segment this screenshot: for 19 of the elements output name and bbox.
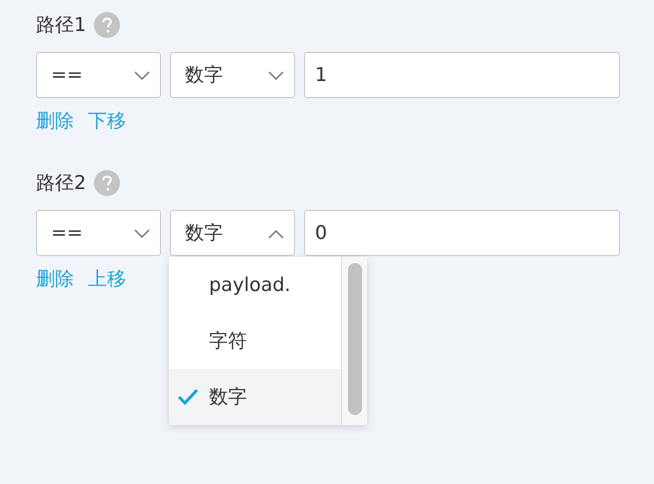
path-label: 路径2 xyxy=(36,171,86,196)
value-field[interactable]: 0 xyxy=(304,210,620,256)
dropdown-option[interactable]: 字符 xyxy=(169,313,341,369)
caret-icon xyxy=(268,71,284,81)
scrollbar[interactable] xyxy=(341,257,367,425)
type-select[interactable]: 数字 xyxy=(170,52,295,98)
dropdown-option[interactable]: payload. xyxy=(169,257,341,313)
value-field[interactable]: 1 xyxy=(304,52,620,98)
caret-icon xyxy=(134,71,150,81)
help-icon[interactable] xyxy=(94,12,120,38)
caret-icon xyxy=(134,229,150,239)
operator-select[interactable]: == xyxy=(36,52,161,98)
help-icon[interactable] xyxy=(94,170,120,196)
caret-icon xyxy=(268,229,284,239)
operator-select[interactable]: == xyxy=(36,210,161,256)
dropdown-option[interactable]: 数字 xyxy=(169,369,341,425)
check-icon xyxy=(177,388,199,406)
type-select[interactable]: 数字 xyxy=(170,210,295,256)
path-label: 路径1 xyxy=(36,13,86,38)
